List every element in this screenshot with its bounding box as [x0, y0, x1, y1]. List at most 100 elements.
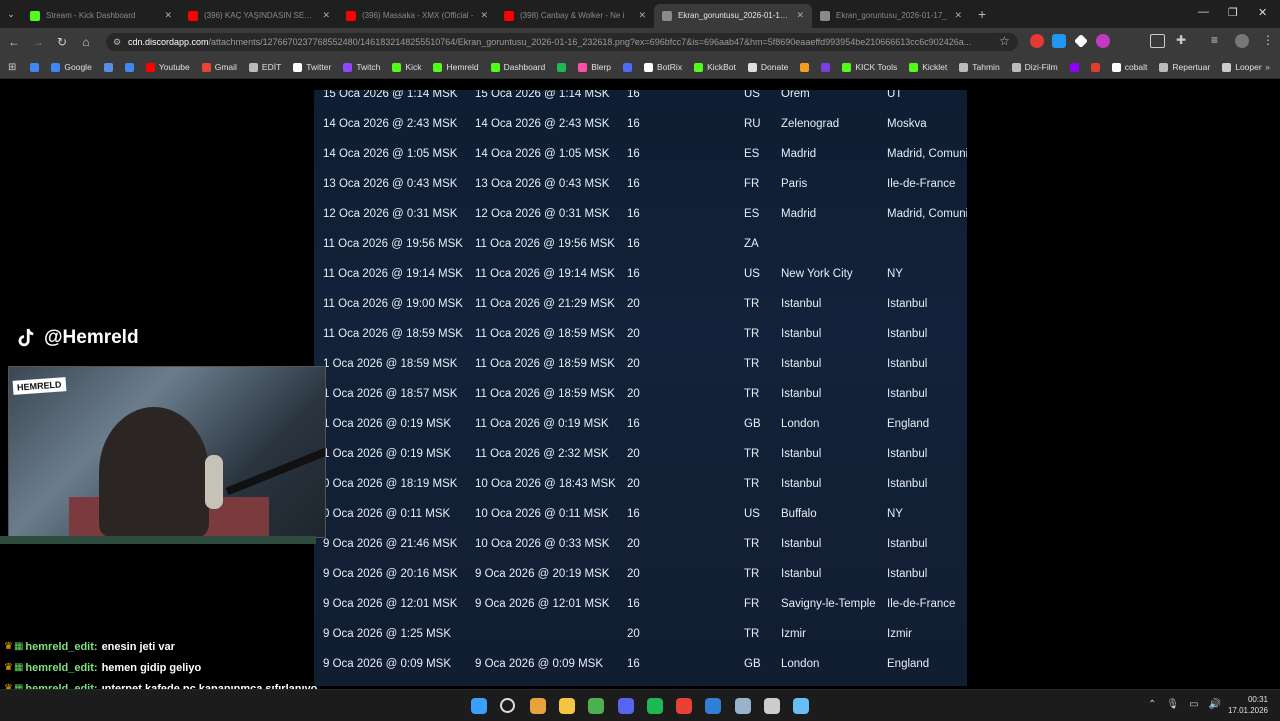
bookmark-item[interactable]: cobalt	[1106, 62, 1154, 72]
taskbar-obs-icon[interactable]	[764, 698, 780, 714]
clock[interactable]: 00:31 17.01.2026	[1228, 694, 1268, 716]
taskbar-spotify-icon[interactable]	[646, 698, 663, 714]
extension-icon[interactable]	[1096, 34, 1110, 48]
bookmark-item[interactable]	[794, 62, 815, 72]
bookmark-item[interactable]	[119, 62, 140, 72]
bookmark-item[interactable]	[98, 62, 119, 72]
bookmark-item[interactable]: Kicklet	[903, 62, 953, 72]
browser-tab[interactable]: (396) KAÇ YAŞINDASIN SEN? - ✕	[180, 4, 338, 28]
taskbar-start-icon[interactable]	[471, 698, 487, 714]
menu-kebab-icon[interactable]: ⋮	[1262, 33, 1274, 47]
taskbar-discord-icon[interactable]	[617, 698, 634, 714]
site-info-icon[interactable]: ⚙	[113, 33, 121, 51]
region-cell: Istanbul	[887, 538, 928, 550]
bookmark-label: Twitter	[306, 62, 332, 72]
bookmark-item[interactable]: Hemreld	[427, 62, 484, 72]
last-seen-cell: 10 Oca 2026 @ 0:11 MSK	[475, 508, 609, 520]
apps-grid-icon[interactable]: ⊞	[0, 62, 24, 73]
tab-close-icon[interactable]: ✕	[954, 10, 962, 21]
bookmark-item[interactable]: Google	[45, 62, 97, 72]
media-icon[interactable]: ≡	[1211, 33, 1218, 47]
first-seen-cell: 12 Oca 2026 @ 0:31 MSK	[323, 208, 458, 220]
maximize-icon[interactable]: ❐	[1228, 6, 1238, 19]
bookmark-item[interactable]: Kick	[386, 62, 427, 72]
bookmark-item[interactable]: Youtube	[140, 62, 196, 72]
bookmark-item[interactable]: Twitch	[337, 62, 386, 72]
bookmark-item[interactable]: Repertuar	[1153, 62, 1216, 72]
network-icon[interactable]: ▭	[1189, 699, 1198, 710]
taskbar-search-icon[interactable]	[500, 698, 516, 713]
extension-icon[interactable]	[1074, 34, 1088, 48]
bookmark-item[interactable]: Dashboard	[485, 62, 552, 72]
country-code-cell: GB	[744, 658, 761, 670]
bookmark-item[interactable]: Looper	[1216, 62, 1267, 72]
browser-tab[interactable]: Ekran_goruntusu_2026-01-16_2 ✕	[654, 3, 812, 28]
address-bar[interactable]: ⚙ cdn.discordapp.com/attachments/1276670…	[106, 33, 1018, 51]
bookmark-item[interactable]: KICK Tools	[836, 62, 903, 72]
browser-tab[interactable]: Ekran_goruntusu_2026-01-17_ ✕	[812, 4, 970, 28]
back-icon[interactable]: ←	[2, 35, 26, 49]
bookmark-label: Blerp	[591, 62, 612, 72]
tab-close-icon[interactable]: ✕	[480, 10, 488, 21]
extension-icon[interactable]	[1052, 34, 1066, 48]
bookmark-item[interactable]: Dizi-Film	[1006, 62, 1064, 72]
bookmark-item[interactable]: Gmail	[196, 62, 243, 72]
browser-tab[interactable]: (398) Canbay & Wolker - Ne i ✕	[496, 4, 654, 28]
taskbar-chrome-icon[interactable]	[529, 698, 546, 714]
taskbar-explorer-icon[interactable]	[558, 698, 575, 714]
taskbar-vscode-like-icon[interactable]	[705, 698, 722, 714]
table-row: 11 Oca 2026 @ 19:14 MSK 11 Oca 2026 @ 19:…	[314, 268, 967, 298]
taskbar-chrome-3-icon[interactable]	[676, 698, 693, 714]
country-code-cell: TR	[744, 568, 760, 580]
forward-icon[interactable]: →	[26, 35, 50, 49]
browser-tab[interactable]: Stream - Kick Dashboard ✕	[22, 4, 180, 28]
sidebar-icon[interactable]	[1150, 34, 1165, 48]
bookmark-item[interactable]: Donate	[742, 62, 794, 72]
home-icon[interactable]: ⌂	[74, 35, 98, 49]
bookmark-star-icon[interactable]: ☆	[999, 34, 1010, 48]
taskbar-settings-icon[interactable]	[734, 698, 751, 714]
bookmark-label: Kick	[405, 62, 422, 72]
bookmark-item[interactable]: Twitter	[287, 62, 337, 72]
tray-chevron-icon[interactable]: ⌃	[1148, 699, 1156, 710]
tab-close-icon[interactable]: ✕	[638, 10, 646, 21]
bookmark-item[interactable]: KickBot	[688, 62, 742, 72]
bookmark-item[interactable]: Tahmin	[953, 62, 1005, 72]
bookmark-item[interactable]: EDİT	[243, 62, 287, 72]
tab-favicon-icon	[30, 10, 40, 21]
country-code-cell: US	[744, 90, 760, 100]
microphone-icon[interactable]: 🎙	[1166, 699, 1179, 710]
close-window-icon[interactable]: ✕	[1258, 6, 1267, 19]
reload-icon[interactable]: ↻	[50, 35, 74, 49]
bookmark-item[interactable]	[815, 62, 836, 72]
bookmark-item[interactable]	[1064, 62, 1085, 72]
volume-icon[interactable]: 🔊	[1209, 699, 1221, 710]
bookmark-label: Hemreld	[446, 62, 479, 72]
bookmark-item[interactable]	[24, 62, 45, 72]
bookmark-item[interactable]: Blerp	[572, 62, 617, 72]
tab-search-icon[interactable]: ⌄	[0, 9, 22, 20]
bookmarks-overflow[interactable]: »	[1265, 62, 1270, 72]
bookmark-label: cobalt	[1124, 62, 1148, 72]
taskbar-chrome-2-icon[interactable]	[588, 698, 605, 714]
browser-tab[interactable]: (396) Massaka - XMX (Official - ✕	[338, 4, 496, 28]
city-cell: Istanbul	[781, 388, 822, 400]
tab-close-icon[interactable]: ✕	[796, 10, 804, 21]
tab-close-icon[interactable]: ✕	[164, 10, 172, 21]
tab-close-icon[interactable]: ✕	[322, 10, 330, 21]
bookmark-item[interactable]: BotRix	[638, 62, 688, 72]
extensions-area	[1030, 34, 1110, 48]
taskbar-steam-icon[interactable]	[793, 698, 810, 714]
minimize-icon[interactable]: —	[1198, 6, 1209, 18]
bookmark-item[interactable]	[617, 62, 638, 72]
bookmark-item[interactable]	[1085, 62, 1106, 72]
last-seen-cell: 11 Oca 2026 @ 21:29 MSK	[475, 298, 615, 310]
city-cell: Istanbul	[781, 358, 822, 370]
extension-icon[interactable]	[1030, 34, 1044, 48]
bookmarks-bar: ⊞ Google Youtube Gmail EDİT Twitter Twitch Kic…	[0, 56, 1280, 79]
new-tab-button[interactable]: +	[978, 6, 986, 22]
profile-avatar[interactable]	[1235, 34, 1249, 48]
extensions-puzzle-icon[interactable]: ✚	[1176, 33, 1186, 47]
bookmark-item[interactable]	[551, 62, 572, 72]
bookmark-label: Kicklet	[922, 62, 948, 72]
